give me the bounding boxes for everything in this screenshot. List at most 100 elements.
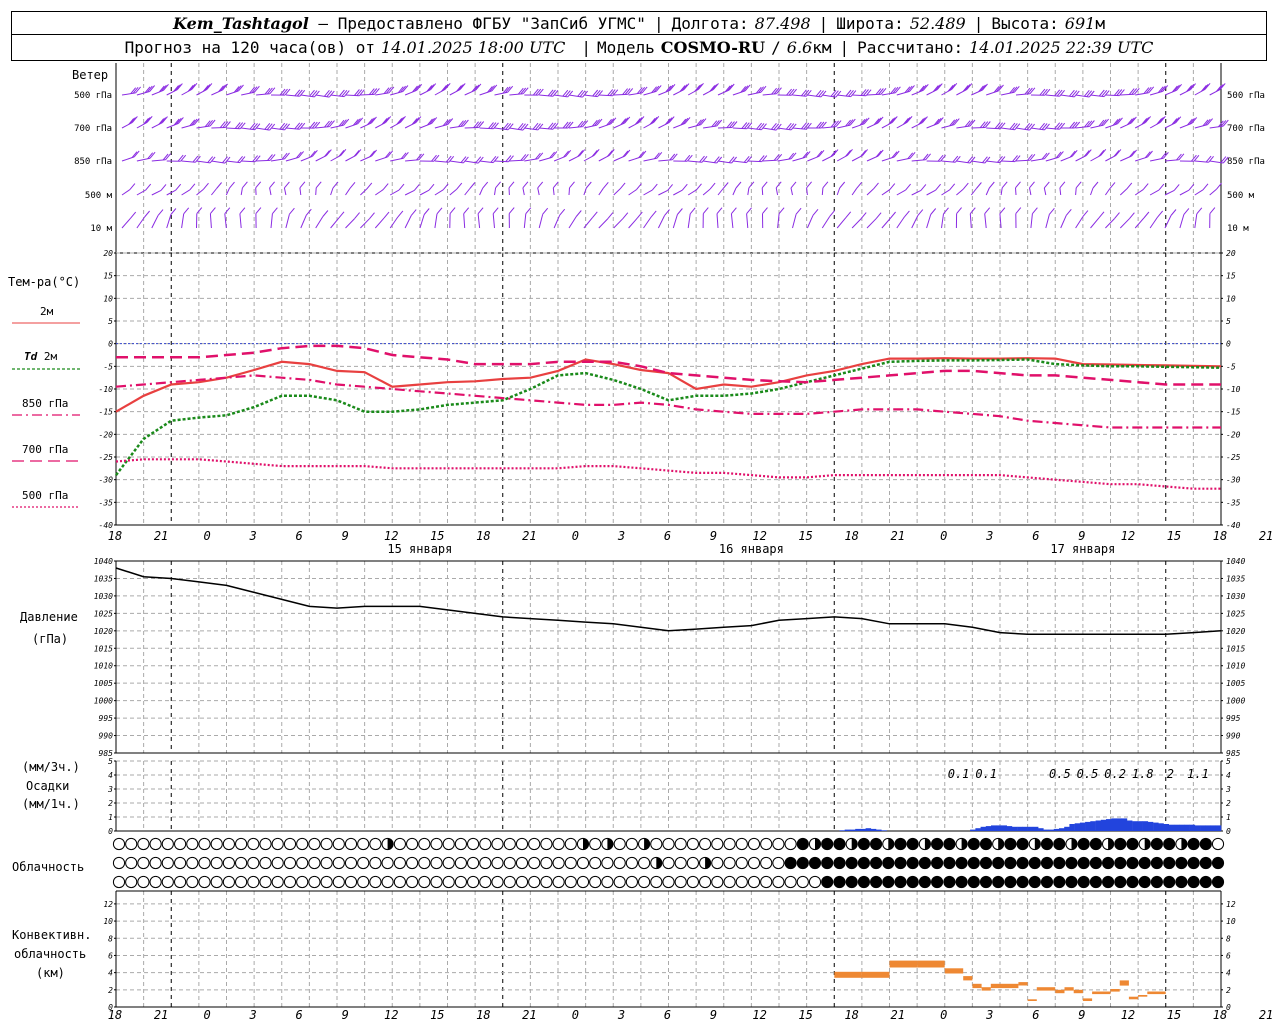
wind-barb-flag [469,182,476,189]
wind-barb-flag [324,89,330,97]
wind-barb-flag [1075,181,1082,189]
wind-barb-flag [1098,89,1105,97]
cloud-cover-marker [821,875,834,889]
temp-x-tick-label: 6 [1032,529,1039,543]
cloud-cover-marker [1126,856,1139,870]
precip-bar [1163,824,1169,831]
precip-3h-sum-label: 0.2 [1104,767,1126,781]
wind-barb-flag [1069,89,1075,97]
wind-barb-flag [535,88,542,96]
wind-barb-flag [830,89,837,97]
wind-barb-flag [778,207,785,215]
temp-x-tick-label: 3 [985,529,993,543]
cloud-cover-partial [815,838,821,850]
conv-cloud-segment [990,983,1019,989]
cloud-cover-partial [1108,838,1114,850]
wind-barb-shaft [1090,187,1094,196]
wind-barb-flag [711,84,718,91]
wind-barb-flag [746,156,752,163]
precip-bar [1200,825,1206,831]
cloud-cover-marker [296,875,309,889]
wind-barb-shaft [643,189,653,196]
temp-x-tick-label: 9 [710,529,717,543]
wind-barb-flag [559,208,566,216]
wind-barb-flag [880,87,887,95]
wind-barb-flag [1015,181,1021,189]
cloud-cover-marker [674,837,687,851]
wind-barb-shaft [658,189,668,196]
wind-barb-flag [627,88,634,95]
precip-bar [1069,824,1075,831]
conv-cloud-segment [889,960,918,968]
cloud-cover-marker [198,875,211,889]
wind-barb-flag [299,181,306,189]
wind-barb-flag [716,156,723,164]
wind-barb-flag [709,182,716,190]
wind-barb-flag [1158,183,1165,191]
wind-barb-flag [835,90,842,98]
cloud-cover-marker [491,837,504,851]
cloud-cover-marker [772,856,785,870]
cloud-cover-marker [760,837,773,851]
wind-barb-flag [160,184,167,191]
precip-bar [1064,826,1070,831]
cloud-cover-marker [674,856,687,870]
wind-barb-shaft [434,213,438,229]
wind-barb-shaft [523,213,527,229]
wind-barb-flag [650,210,657,218]
wind-barb-flag [1126,182,1133,190]
cloud-cover-partial [583,838,589,850]
wind-barb-shaft [1030,213,1033,229]
wind-barb-flag [607,89,614,96]
cloud-cover-marker [210,875,223,889]
wind-barb-shaft [196,188,204,196]
wind-level-label-left: 10 м [90,224,112,234]
precip-bar [860,828,866,831]
wind-barb-flag [374,88,380,95]
conv-y-tick-label-left: 2 [108,986,113,995]
wind-barb-flag [619,182,626,190]
cloud-cover-marker [1040,856,1054,870]
cloud-cover-marker [589,856,602,870]
cloud-cover-marker [589,875,602,889]
wind-barb-flag [239,156,246,163]
conv-y-tick-label-left: 8 [108,934,113,943]
wind-barb-shaft [941,189,950,196]
pressure-y-tick-label-left: 1000 [94,697,113,706]
temp-x-tick-label: 15 [1167,529,1181,543]
wind-barb-flag [339,89,345,97]
wind-barb-flag [517,122,524,130]
wind-barb-flag [795,207,802,215]
cloud-cover-marker [747,837,761,851]
wind-barb-shaft [538,214,544,229]
wind-barb-flag [266,123,273,131]
wind-barb-flag [731,156,737,164]
pressure-y-tick-label-right: 995 [1226,714,1241,723]
wind-barb-shaft [121,189,131,196]
wind-barb-flag [607,150,613,157]
wind-barb-flag [1071,121,1078,129]
wind-barb-flag [1049,207,1055,215]
conv-cloud-segment [1138,995,1148,997]
wind-barb-shaft [761,187,764,196]
wind-barb-flag [1042,88,1048,96]
cloud-cover-marker [528,837,541,851]
wind-barb-flag [821,121,827,129]
wind-barb-shaft [552,187,555,196]
wind-barb-flag [328,90,335,98]
cloud-cover-marker [857,856,871,870]
cloud-cover-marker [808,875,822,889]
precip-3h-sum-label: 0.1 [948,767,970,781]
cloud-cover-partial [656,857,662,869]
wind-barb-flag [1029,153,1036,161]
wind-barb-shaft [821,187,824,196]
wind-barb-flag [1129,212,1135,220]
cloud-cover-marker [393,856,406,870]
wind-barb-flag [492,156,499,163]
wind-barb-flag [1071,90,1078,97]
wind-barb-flag [592,89,599,97]
wind-barb-flag [597,90,603,97]
precip-bar [1079,822,1086,831]
wind-barb-flag [436,207,443,215]
wind-barb-flag [547,122,554,130]
